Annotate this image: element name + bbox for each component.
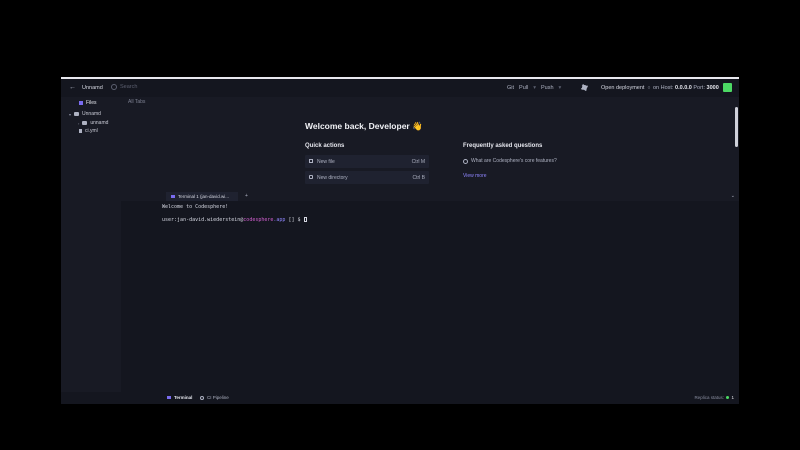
port-value: 3000 bbox=[706, 85, 719, 91]
status-indicator[interactable] bbox=[723, 83, 732, 92]
terminal-tab-label: Terminal 1 (jan-david.wi... bbox=[178, 194, 230, 199]
folder-plus-icon bbox=[309, 175, 313, 179]
replica-status-label: Replica status: bbox=[694, 395, 724, 400]
faq-title: Frequently asked questions bbox=[463, 143, 543, 149]
prompt-host: codesphere bbox=[243, 217, 274, 223]
host-label: on Host: bbox=[653, 85, 674, 91]
prompt-app: .app bbox=[273, 217, 286, 223]
tree-item-label: ci.yml bbox=[85, 128, 98, 134]
terminal-tabs: Terminal 1 (jan-david.wi... + ⌄ bbox=[121, 192, 739, 201]
top-bar: ← Unnamd Search Git Pull ▾ Push ▾ Open d… bbox=[61, 79, 739, 97]
push-button[interactable]: Push bbox=[541, 85, 554, 91]
push-dropdown-icon[interactable]: ▾ bbox=[559, 85, 562, 91]
terminal-cursor bbox=[303, 217, 307, 222]
pull-dropdown-icon[interactable]: ▾ bbox=[533, 85, 536, 91]
terminal-icon bbox=[167, 396, 171, 399]
external-link-icon: ○ bbox=[647, 85, 651, 91]
terminal-toggle-label: Terminal bbox=[174, 395, 193, 400]
welcome-scrollbar[interactable] bbox=[735, 107, 738, 147]
files-tab-label: Files bbox=[86, 100, 97, 106]
tree-item-label: Unnamd bbox=[82, 111, 101, 117]
bottom-bar: Terminal CI Pipeline Replica status: 1 bbox=[61, 392, 739, 404]
open-deployment-label: Open deployment bbox=[601, 85, 645, 91]
shortcut-label: Ctrl M bbox=[411, 159, 425, 165]
welcome-title: Welcome back, Developer 👋 bbox=[305, 121, 423, 131]
pull-button[interactable]: Pull bbox=[519, 85, 528, 91]
terminal-icon bbox=[171, 195, 175, 198]
tree-item-folder[interactable]: › unnamd bbox=[78, 120, 108, 126]
quick-actions-title: Quick actions bbox=[305, 143, 345, 149]
add-terminal-button[interactable]: + bbox=[245, 193, 248, 199]
files-icon bbox=[79, 101, 83, 105]
file-plus-icon bbox=[309, 159, 313, 163]
search-box[interactable]: Search bbox=[111, 84, 137, 90]
search-icon bbox=[111, 84, 117, 90]
question-icon bbox=[463, 158, 468, 164]
faq-item[interactable]: What are Codesphere's core features? bbox=[463, 158, 557, 164]
tree-item-label: unnamd bbox=[90, 120, 109, 126]
folder-icon bbox=[82, 121, 88, 125]
prompt-rest: [] $ bbox=[285, 217, 304, 223]
project-name[interactable]: Unnamd bbox=[82, 85, 103, 91]
quick-action-label: New file bbox=[317, 158, 335, 165]
file-sidebar: Files ▾ Unnamd › unnamd ci.yml bbox=[61, 97, 121, 392]
arrow-left-icon[interactable]: ← bbox=[69, 84, 76, 91]
terminal-output-line: Welcome to Codesphere! bbox=[162, 204, 229, 210]
gear-icon[interactable] bbox=[581, 84, 588, 91]
tree-item-file[interactable]: ci.yml bbox=[79, 128, 98, 134]
host-value: 0.0.0.0 bbox=[675, 85, 692, 91]
git-controls: Git Pull ▾ Push ▾ bbox=[507, 85, 561, 91]
files-tab[interactable]: Files bbox=[79, 100, 97, 106]
tree-item-root[interactable]: ▾ Unnamd bbox=[69, 111, 101, 117]
editor-tabstrip: All Tabs bbox=[121, 97, 739, 107]
new-file-button[interactable]: New file Ctrl M bbox=[305, 155, 429, 168]
status-dot-icon bbox=[726, 396, 730, 399]
folder-icon bbox=[74, 112, 80, 116]
search-placeholder: Search bbox=[120, 84, 138, 90]
open-deployment-button[interactable]: Open deployment ○ bbox=[601, 85, 650, 91]
prompt-user: user:jan-david.wiederstein bbox=[162, 217, 241, 223]
ide-window: ← Unnamd Search Git Pull ▾ Push ▾ Open d… bbox=[61, 77, 739, 404]
faq-item-label: What are Codesphere's core features? bbox=[471, 158, 557, 164]
welcome-panel: Welcome back, Developer 👋 Quick actions … bbox=[121, 107, 733, 192]
all-tabs-button[interactable]: All Tabs bbox=[128, 99, 145, 105]
ci-pipeline-toggle[interactable]: CI Pipeline bbox=[200, 395, 229, 400]
shortcut-label: Ctrl B bbox=[412, 175, 426, 181]
file-icon bbox=[79, 129, 82, 133]
terminal-prompt[interactable]: user:jan-david.wiederstein@codesphere.ap… bbox=[162, 217, 307, 223]
host-info: on Host: 0.0.0.0 Port: 3000 bbox=[653, 85, 719, 91]
ci-pipeline-label: CI Pipeline bbox=[207, 395, 229, 400]
quick-action-label: New directory bbox=[317, 174, 348, 181]
chevron-right-icon: › bbox=[78, 120, 80, 126]
new-directory-button[interactable]: New directory Ctrl B bbox=[305, 171, 429, 184]
port-label: Port: bbox=[693, 85, 705, 91]
pipeline-icon bbox=[200, 395, 204, 400]
terminal-panel[interactable]: Terminal 1 (jan-david.wi... + ⌄ Welcome … bbox=[121, 192, 739, 392]
replica-status[interactable]: Replica status: 1 bbox=[694, 395, 734, 400]
collapse-terminal-icon[interactable]: ⌄ bbox=[731, 193, 735, 199]
replica-count: 1 bbox=[731, 395, 734, 400]
terminal-tab[interactable]: Terminal 1 (jan-david.wi... bbox=[166, 192, 238, 201]
view-more-link[interactable]: View more bbox=[463, 173, 487, 179]
git-label: Git bbox=[507, 85, 515, 91]
terminal-toggle[interactable]: Terminal bbox=[167, 395, 192, 400]
chevron-down-icon: ▾ bbox=[69, 111, 72, 117]
